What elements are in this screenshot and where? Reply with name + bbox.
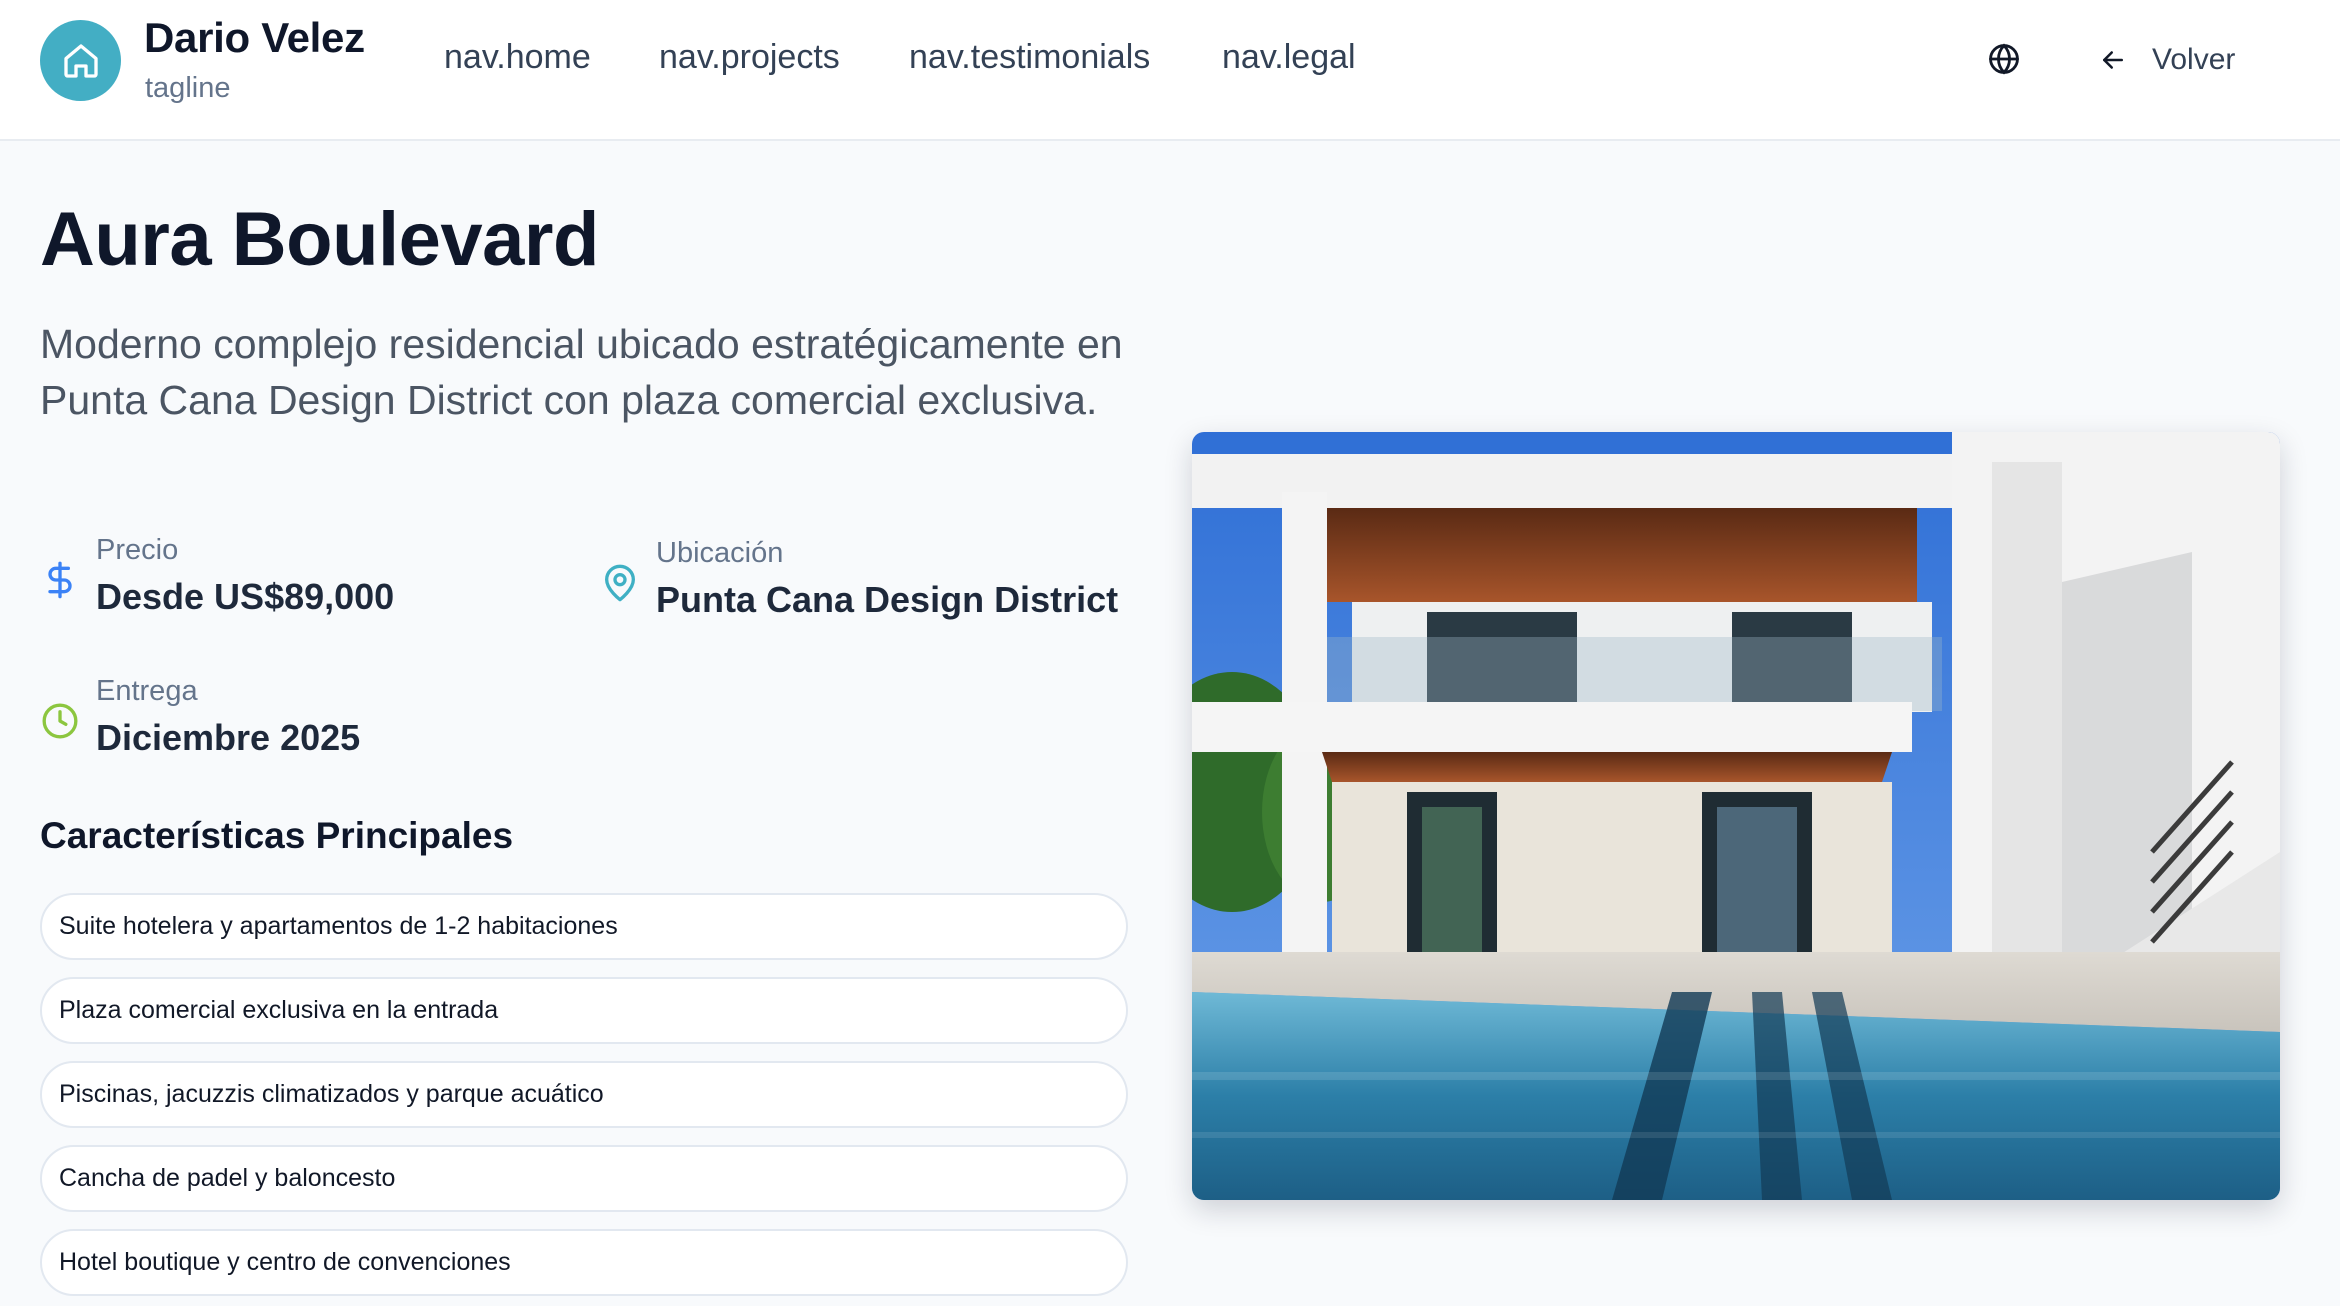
features-title: Características Principales xyxy=(40,815,514,856)
project-description: Moderno complejo residencial ubicado est… xyxy=(40,321,1123,423)
nav-projects[interactable]: nav.projects xyxy=(659,38,840,77)
back-button-label: Volver xyxy=(2152,43,2236,76)
back-button[interactable]: Volver xyxy=(2098,36,2235,84)
delivery-info: Entrega Diciembre 2025 xyxy=(40,673,360,761)
nav-home[interactable]: nav.home xyxy=(444,38,591,77)
delivery-label: Entrega xyxy=(96,675,198,707)
price-info: Precio Desde US$89,000 xyxy=(40,532,394,620)
delivery-value: Diciembre 2025 xyxy=(96,717,361,758)
clock-icon xyxy=(42,703,78,739)
price-value: Desde US$89,000 xyxy=(96,576,395,617)
nav-testimonials[interactable]: nav.testimonials xyxy=(909,38,1150,77)
location-value: Punta Cana Design District xyxy=(656,579,1119,620)
feature-item: Suite hotelera y apartamentos de 1-2 hab… xyxy=(40,893,1128,960)
feature-item: Hotel boutique y centro de convenciones xyxy=(40,1229,1128,1296)
arrow-left-icon xyxy=(2103,51,2123,69)
dollar-icon xyxy=(48,561,72,599)
brand-tagline: tagline xyxy=(145,72,231,104)
home-icon[interactable] xyxy=(40,20,121,101)
site-header: Dario Velez tagline nav.home nav.project… xyxy=(0,0,2340,141)
location-info: Ubicación Punta Cana Design District xyxy=(600,535,1118,623)
price-label: Precio xyxy=(96,534,179,566)
project-photo xyxy=(1192,432,2280,1200)
map-pin-icon xyxy=(605,564,635,602)
nav-legal[interactable]: nav.legal xyxy=(1222,38,1356,77)
feature-item: Piscinas, jacuzzis climatizados y parque… xyxy=(40,1061,1128,1128)
location-label: Ubicación xyxy=(656,537,784,569)
project-title: Aura Boulevard xyxy=(40,197,599,282)
feature-item: Cancha de padel y baloncesto xyxy=(40,1145,1128,1212)
globe-icon[interactable] xyxy=(1986,41,2022,77)
feature-item: Plaza comercial exclusiva en la entrada xyxy=(40,977,1128,1044)
brand-name[interactable]: Dario Velez xyxy=(144,14,365,62)
